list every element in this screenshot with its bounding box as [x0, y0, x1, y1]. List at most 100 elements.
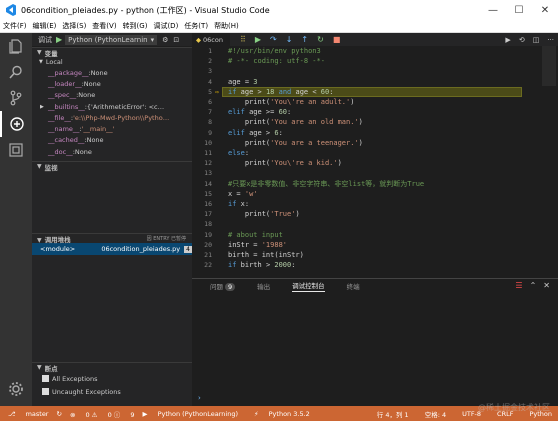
line-number: 8 — [208, 118, 212, 127]
menu-edit[interactable]: 编辑(E) — [30, 21, 60, 31]
minimize-button[interactable]: — — [480, 0, 506, 20]
close-button[interactable]: ✕ — [532, 0, 558, 20]
line-number: 13 — [204, 169, 212, 178]
line-number: 15 — [204, 189, 212, 198]
problems-badge: 9 — [225, 283, 236, 291]
close-panel-icon[interactable]: ✕ — [543, 281, 550, 290]
more-icon[interactable]: ··· — [547, 36, 554, 44]
step-over-icon[interactable]: ↷ — [270, 35, 277, 44]
editor-tab-label: 06con — [203, 35, 223, 44]
stop-icon[interactable]: ■ — [333, 35, 341, 44]
tab-problems[interactable]: 问题 9 — [210, 281, 236, 291]
code-line: age = 3 — [228, 77, 258, 86]
editor-tab[interactable]: ◆ 06con — [192, 33, 230, 46]
code-line: # about input — [228, 230, 283, 239]
drag-handle-icon[interactable]: ⠿ — [240, 35, 246, 44]
debug-config-value: Python (PythonLearnin — [68, 35, 148, 44]
variable-row[interactable]: ▶ __builtins__: {'ArithmeticError': <c… — [32, 101, 192, 112]
line-number: 16 — [204, 200, 212, 208]
panel-tabs: 问题 9 输出 调试控制台 终端 — [192, 279, 558, 293]
open-changes-icon[interactable]: ⟲ — [519, 36, 525, 44]
warning-count: 0 — [107, 410, 112, 419]
variable-value: '__main__' — [81, 125, 115, 134]
code-line: print('You are a teenager.') — [228, 138, 363, 147]
code-editor[interactable]: ⇨ 1 #!/usr/bin/env python3 2 # -*- coding: … — [192, 46, 558, 276]
breakpoints-section-header[interactable]: ▼ 断点 — [32, 362, 192, 373]
debug-button[interactable] — [0, 111, 32, 137]
variable-row[interactable]: __name__: '__main__' — [32, 123, 192, 134]
branch-status[interactable]: ⎇ master — [8, 410, 48, 418]
debug-config-select[interactable]: Python (PythonLearnin ▾ — [65, 34, 158, 45]
variables-scope-local[interactable]: ▼ Local — [32, 57, 192, 67]
callstack-section-header[interactable]: ▼ 调用堆栈 因 ENTRY 已暂停 — [32, 233, 192, 244]
debug-label: 调试 — [38, 35, 52, 44]
variable-row[interactable]: __loader__: None — [32, 78, 192, 89]
editor-area: ◆ 06con ⠿ ▶ ↷ ↓ ↑ ↻ ■ ▶ ⟲ ◫ ··· ⇨ 1 #!/us… — [192, 33, 558, 406]
breakpoint-item[interactable]: Uncaught Exceptions — [32, 385, 192, 398]
maximize-panel-icon[interactable]: ⌃ — [530, 281, 537, 290]
breakpoint-checkbox[interactable] — [42, 388, 49, 396]
indentation[interactable]: 空格: 4 — [425, 409, 446, 419]
config-name: Python (PythonLearning) — [157, 409, 238, 418]
code-line: elif age >= 60: — [228, 108, 292, 117]
variable-row[interactable]: __spec__: None — [32, 90, 192, 101]
tab-terminal[interactable]: 终端 — [347, 281, 360, 291]
python-icon: ⚡ — [253, 409, 259, 418]
interpreter-status[interactable]: ⚡ Python 3.5.2 — [246, 410, 310, 418]
code-line: #只要x是非零数值、非空字符串、非空list等，就判断为True — [228, 179, 425, 188]
code-line: # -*- coding: utf-8 -*- — [228, 57, 325, 66]
search-button[interactable] — [0, 59, 32, 85]
chevron-down-icon: ▼ — [37, 236, 42, 244]
watch-section-header[interactable]: ▼ 监视 — [32, 161, 192, 172]
variable-name: __name__ — [48, 125, 80, 134]
code-line: if birth > 2000: — [228, 261, 296, 270]
start-debug-icon[interactable]: ▶ — [56, 35, 62, 44]
menu-file[interactable]: 文件(F) — [0, 21, 30, 31]
menu-debug[interactable]: 调试(D) — [150, 21, 181, 31]
window-title: 06condition_pleiades.py - python (工作区) -… — [21, 5, 270, 15]
menu-help[interactable]: 帮助(H) — [211, 21, 242, 31]
explorer-button[interactable] — [0, 33, 32, 59]
step-out-icon[interactable]: ↑ — [301, 35, 308, 44]
split-editor-icon[interactable]: ◫ — [533, 36, 540, 44]
continue-icon[interactable]: ▶ — [255, 35, 261, 44]
line-number: 17 — [204, 210, 212, 219]
clear-console-icon[interactable]: ☰ — [515, 281, 522, 290]
error-count: 0 — [85, 410, 90, 419]
frame-name: <module> — [40, 245, 76, 254]
variable-row[interactable]: __file__: 'e:\\Php-Mwd-Python\\Pytho… — [32, 112, 192, 123]
breakpoint-item[interactable]: All Exceptions — [32, 372, 192, 385]
step-into-icon[interactable]: ↓ — [286, 35, 293, 44]
maximize-button[interactable]: ☐ — [506, 0, 532, 20]
problems-status[interactable]: ⊗ 0 ⚠ 0 ⓘ 9 — [70, 409, 135, 419]
scope-label: Local — [45, 58, 63, 66]
minimap[interactable] — [542, 46, 556, 86]
tab-output[interactable]: 输出 — [257, 281, 270, 291]
variables-section-header[interactable]: ▼ 变量 — [32, 47, 192, 58]
tab-debug-console[interactable]: 调试控制台 — [292, 280, 325, 292]
callstack-frame[interactable]: <module> 06condition_pleiades.py 4 — [32, 243, 192, 256]
run-icon[interactable]: ▶ — [505, 36, 510, 44]
line-number: 11 — [204, 149, 212, 157]
menu-tasks[interactable]: 任务(T) — [181, 21, 211, 31]
variable-row[interactable]: __package__: None — [32, 67, 192, 78]
variable-row[interactable]: __doc__: None — [32, 146, 192, 157]
chevron-right-icon: ▶ — [40, 103, 44, 110]
source-control-button[interactable] — [0, 85, 32, 111]
chevron-down-icon: ▾ — [150, 35, 155, 44]
extensions-button[interactable] — [0, 137, 32, 163]
debug-config-status[interactable]: ▶ Python (PythonLearning) — [142, 410, 238, 418]
variable-row[interactable]: __cached__: None — [32, 135, 192, 146]
breakpoint-checkbox[interactable] — [42, 375, 49, 383]
cursor-position[interactable]: 行 4，列 1 — [377, 409, 409, 419]
code-line: birth = int(inStr) — [228, 251, 304, 259]
menu-goto[interactable]: 转到(G) — [120, 21, 151, 31]
sync-icon[interactable]: ↻ — [56, 410, 61, 418]
manage-button[interactable] — [0, 376, 32, 402]
menu-view[interactable]: 查看(V) — [89, 21, 119, 31]
restart-icon[interactable]: ↻ — [317, 35, 324, 44]
console-prompt[interactable]: › — [198, 394, 201, 402]
menu-selection[interactable]: 选择(S) — [59, 21, 89, 31]
gear-icon[interactable]: ⚙ — [162, 36, 168, 44]
terminal-icon[interactable]: ⊡ — [173, 36, 179, 44]
